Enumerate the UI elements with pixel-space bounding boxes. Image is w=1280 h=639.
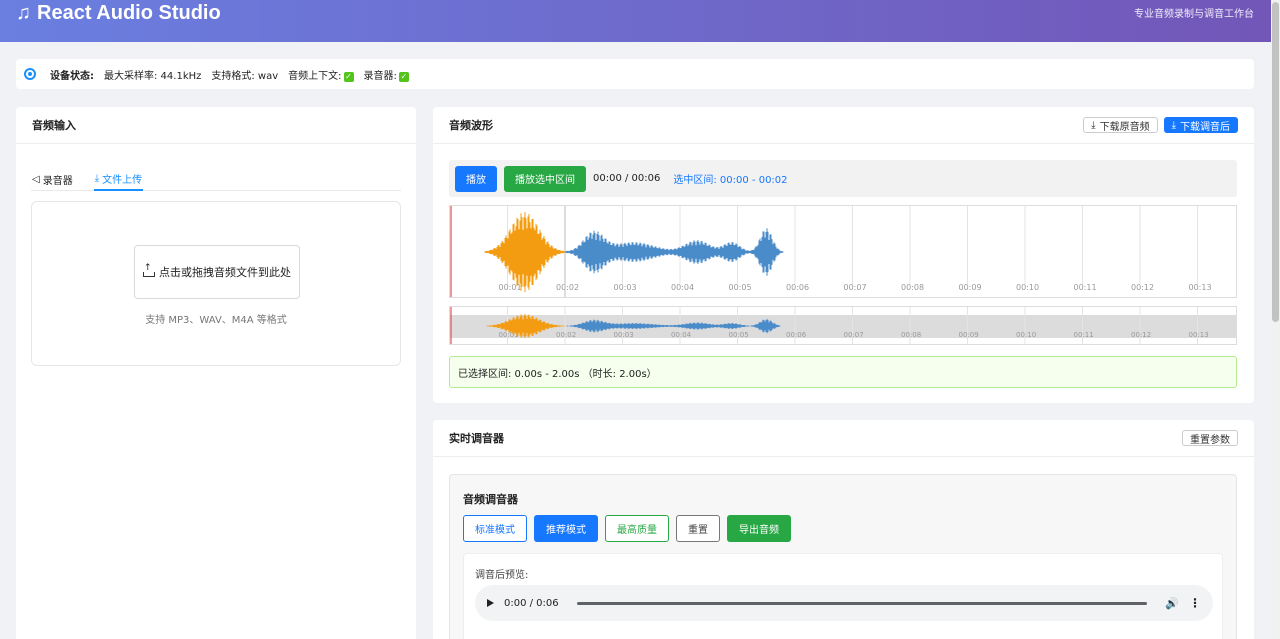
mixer-buttons: 标准模式 推荐模式 最高质量 重置 导出音频 bbox=[463, 515, 791, 542]
supported-format: 支持格式: wav bbox=[211, 70, 279, 82]
scrollbar-thumb[interactable] bbox=[1272, 2, 1279, 322]
selection-range: 选中区间: 00:00 - 00:02 bbox=[673, 175, 788, 186]
download-mixed-button[interactable]: ⤓ 下载调音后 bbox=[1163, 117, 1238, 133]
check-icon: ✓ bbox=[398, 71, 409, 82]
input-tabs: ◁ 录音器 ⤓ 文件上传 bbox=[31, 167, 401, 191]
player-time: 0:00 / 0:06 bbox=[504, 597, 559, 609]
audio-input-card: 音频输入 ◁ 录音器 ⤓ 文件上传 点击或拖拽音频文件到此处 支持 MP3、WA… bbox=[16, 107, 416, 639]
waveform-title: 音频波形 bbox=[449, 119, 493, 132]
tick-label: 00:11 bbox=[1074, 283, 1097, 292]
tick-label: 00:09 bbox=[959, 331, 979, 339]
export-audio-button[interactable]: 导出音频 bbox=[727, 515, 791, 542]
tick-label: 00:13 bbox=[1189, 283, 1212, 292]
check-icon: ✓ bbox=[343, 71, 354, 82]
tab-file-upload[interactable]: ⤓ 文件上传 bbox=[93, 167, 144, 191]
tick-label: 00:05 bbox=[729, 283, 752, 292]
gear-icon bbox=[24, 68, 36, 80]
minimap-svg[interactable]: 00:01 00:02 00:03 00:04 00:05 00:06 00:07 00:08… bbox=[450, 307, 1236, 344]
tab-recorder[interactable]: ◁ 录音器 bbox=[31, 167, 74, 191]
time-display: 00:00 / 00:06 bbox=[593, 173, 661, 184]
reset-button[interactable]: 重置 bbox=[676, 515, 720, 542]
tick-label: 00:05 bbox=[729, 331, 749, 339]
download-icon: ⤓ bbox=[1091, 119, 1096, 131]
playback-controls: 播放 播放选中区间 00:00 / 00:06 选中区间: 00:00 - 00… bbox=[449, 160, 1237, 197]
tick-label: 00:10 bbox=[1016, 331, 1036, 339]
tick-label: 00:10 bbox=[1016, 283, 1039, 292]
tick-label: 00:12 bbox=[1131, 331, 1151, 339]
best-quality-button[interactable]: 最高质量 bbox=[605, 515, 669, 542]
tick-label: 00:07 bbox=[844, 283, 867, 292]
tick-label: 00:09 bbox=[959, 283, 982, 292]
preview-label: 调音后预览: bbox=[475, 570, 529, 581]
play-icon[interactable] bbox=[487, 599, 494, 607]
tick-label: 00:11 bbox=[1074, 331, 1094, 339]
mixer-panel: 音频调音器 标准模式 推荐模式 最高质量 重置 导出音频 调音后预览: 0:00… bbox=[449, 474, 1237, 639]
audio-input-header: 音频输入 bbox=[16, 107, 416, 144]
status-label: 设备状态: bbox=[50, 70, 94, 82]
sample-rate: 最大采样率: 44.1kHz bbox=[104, 70, 202, 82]
speaker-icon: ◁ bbox=[32, 173, 40, 185]
tick-label: 00:06 bbox=[786, 331, 807, 339]
mixer-card: 实时调音器 重置参数 音频调音器 标准模式 推荐模式 最高质量 重置 导出音频 … bbox=[433, 420, 1254, 639]
reset-params-button[interactable]: 重置参数 bbox=[1182, 430, 1238, 446]
mixer-header: 实时调音器 重置参数 bbox=[433, 420, 1254, 457]
tick-label: 00:12 bbox=[1131, 283, 1154, 292]
upload-hint: 支持 MP3、WAV、M4A 等格式 bbox=[145, 315, 287, 326]
preview-panel: 调音后预览: 0:00 / 0:06 🔊 ⋮ bbox=[463, 553, 1223, 639]
tick-label: 00:03 bbox=[614, 283, 637, 292]
tick-label: 00:04 bbox=[671, 331, 692, 339]
selection-info: 已选择区间: 0.00s - 2.00s （时长: 2.00s） bbox=[449, 356, 1237, 388]
volume-icon[interactable]: 🔊 bbox=[1165, 597, 1179, 610]
tick-label: 00:02 bbox=[556, 283, 579, 292]
upload-dropzone[interactable]: 点击或拖拽音频文件到此处 支持 MP3、WAV、M4A 等格式 bbox=[31, 201, 401, 366]
play-button[interactable]: 播放 bbox=[455, 165, 497, 192]
music-note-icon: ♫ bbox=[16, 1, 31, 24]
upload-button[interactable]: 点击或拖拽音频文件到此处 bbox=[134, 245, 300, 299]
app-subtitle: 专业音频录制与调音工作台 bbox=[1134, 9, 1254, 20]
upload-icon: ⤓ bbox=[94, 172, 100, 184]
audio-input-title: 音频输入 bbox=[32, 119, 76, 132]
upload-icon bbox=[143, 263, 155, 277]
tick-label: 00:04 bbox=[671, 283, 694, 292]
player-progress-bar[interactable] bbox=[576, 601, 1148, 605]
waveform-minimap[interactable]: 00:01 00:02 00:03 00:04 00:05 00:06 00:07 00:08… bbox=[449, 306, 1237, 345]
download-icon: ⤓ bbox=[1171, 119, 1176, 131]
tick-label: 00:06 bbox=[786, 283, 809, 292]
tick-label: 00:07 bbox=[844, 331, 864, 339]
mixer-panel-title: 音频调音器 bbox=[463, 493, 518, 506]
waveform-svg[interactable]: 00:01 00:02 00:03 00:04 00:05 00:06 00:07 00:08… bbox=[450, 206, 1236, 297]
tick-label: 00:02 bbox=[556, 331, 576, 339]
download-original-button[interactable]: ⤓ 下载原音频 bbox=[1083, 117, 1158, 133]
app-title-text: React Audio Studio bbox=[37, 1, 221, 24]
tick-label: 00:13 bbox=[1189, 331, 1209, 339]
tick-label: 00:08 bbox=[901, 283, 924, 292]
tick-label: 00:03 bbox=[614, 331, 634, 339]
page-scrollbar[interactable] bbox=[1271, 0, 1280, 639]
app-header: ♫ React Audio Studio 专业音频录制与调音工作台 bbox=[0, 0, 1280, 42]
standard-mode-button[interactable]: 标准模式 bbox=[463, 515, 527, 542]
play-selection-button[interactable]: 播放选中区间 bbox=[504, 165, 586, 192]
tick-label: 00:08 bbox=[901, 331, 921, 339]
more-options-icon[interactable]: ⋮ bbox=[1189, 597, 1201, 609]
audio-player: 0:00 / 0:06 🔊 ⋮ bbox=[475, 585, 1213, 621]
waveform-main[interactable]: 00:01 00:02 00:03 00:04 00:05 00:06 00:07 00:08… bbox=[449, 205, 1237, 298]
recorder-status: 录音器: ✓ bbox=[363, 70, 409, 82]
app-title: ♫ React Audio Studio bbox=[16, 0, 221, 26]
mixer-title: 实时调音器 bbox=[449, 432, 504, 445]
waveform-header: 音频波形 ⤓ 下载原音频 ⤓ 下载调音后 bbox=[433, 107, 1254, 144]
waveform-card: 音频波形 ⤓ 下载原音频 ⤓ 下载调音后 播放 播放选中区间 00:00 / 0… bbox=[433, 107, 1254, 403]
recommended-mode-button[interactable]: 推荐模式 bbox=[534, 515, 598, 542]
device-status-bar: 设备状态: 最大采样率: 44.1kHz 支持格式: wav 音频上下文: ✓ 录… bbox=[16, 59, 1254, 89]
audio-context-status: 音频上下文: ✓ bbox=[288, 70, 354, 82]
